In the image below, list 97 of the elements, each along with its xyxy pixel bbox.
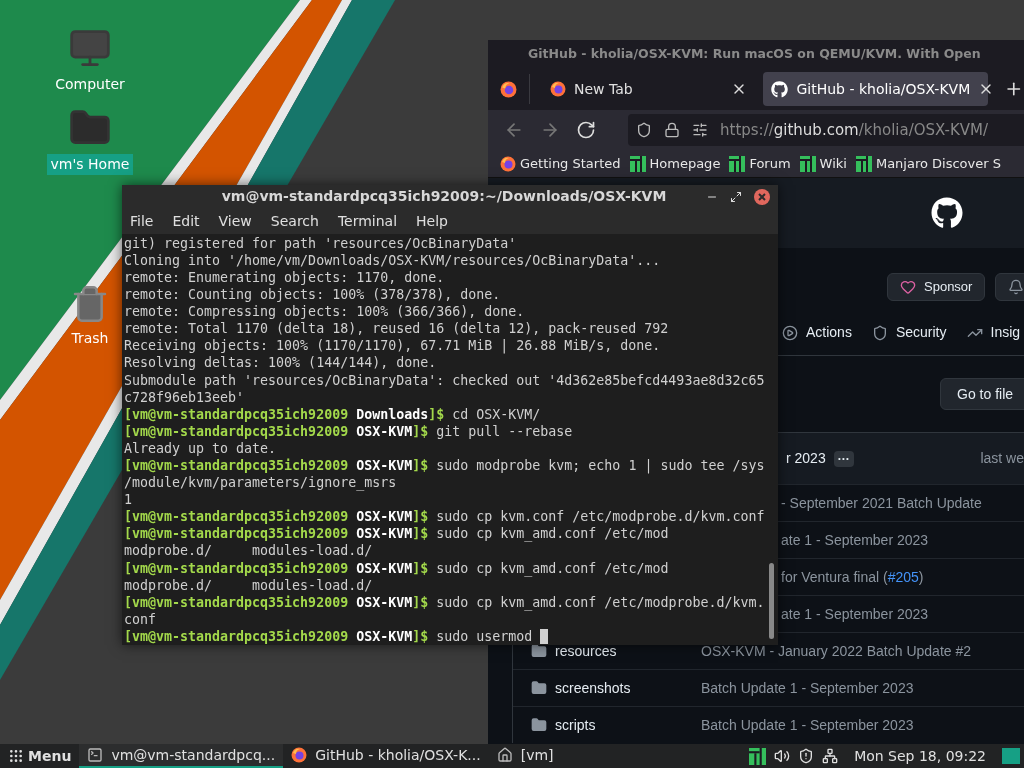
- terminal-line: 1: [124, 491, 132, 509]
- terminal-line: [vm@vm-standardpcq35ich92009 OSX-KVM]$ sudo cp kvm_amd.conf /etc/modprobe.d/kvm.: [124, 593, 765, 611]
- terminal-line: remote: Enumerating objects: 1170, done.: [124, 268, 445, 287]
- terminal-line: Already up to date.: [124, 439, 277, 457]
- terminal-line: [vm@vm-standardpcq35ich92009 OSX-KVM]$ sudo cp kvm_amd.conf /etc/mod: [124, 525, 669, 543]
- menu-item[interactable]: File: [130, 210, 154, 232]
- commit-message[interactable]: OSX-KVM - January 2022 Batch Update #2: [701, 640, 972, 662]
- menu-item[interactable]: Edit: [172, 210, 200, 232]
- desktop-icon-label[interactable]: Computer: [51, 74, 129, 95]
- bookmark[interactable]: Forum: [729, 153, 791, 174]
- folder-icon: [531, 680, 547, 696]
- commit-message[interactable]: Batch Update 1 - September 2023: [701, 714, 914, 736]
- terminal-line: Resolving deltas: 100% (144/144), done.: [124, 354, 437, 372]
- firefox-icon: [550, 81, 566, 97]
- volume-icon[interactable]: [774, 748, 791, 764]
- menu-item[interactable]: Help: [416, 210, 448, 232]
- browser-tab[interactable]: GitHub - kholia/OSX-KVM: [763, 72, 989, 106]
- lock-icon: [664, 122, 680, 138]
- file-name[interactable]: resources: [555, 640, 701, 662]
- firefox-icon: [291, 747, 308, 763]
- grid-icon: [8, 748, 24, 764]
- shield-icon: [871, 324, 888, 341]
- menu-item[interactable]: View: [218, 210, 252, 232]
- manjaro-icon: [729, 155, 746, 172]
- terminal-line: git) registered for path 'resources/OcBinaryData': [124, 234, 517, 252]
- taskbar-window-button[interactable]: vm@vm-standardpcq...: [79, 744, 284, 768]
- commit-message: r 2023: [786, 449, 826, 468]
- file-name[interactable]: scripts: [555, 714, 701, 736]
- menu-item[interactable]: Terminal: [337, 210, 398, 232]
- terminal-line: Cloning into '/home/vm/Downloads/OSX-KVM/resources/OcBinaryData'...: [124, 251, 661, 269]
- file-name[interactable]: screenshots: [555, 677, 701, 699]
- commit-message[interactable]: Batch Update 1 - September 2023: [701, 677, 914, 699]
- home-icon: [496, 747, 513, 763]
- firefox-icon: [500, 80, 517, 98]
- terminal-line: [vm@vm-standardpcq35ich92009 OSX-KVM]$ sudo cp kvm.conf /etc/modprobe.d/kvm.conf: [124, 508, 765, 526]
- permissions-icon: [692, 122, 708, 138]
- bell-icon: [1008, 279, 1024, 295]
- terminal-line: modprobe.d/ modules-load.d/: [124, 542, 373, 560]
- shield-icon: [636, 122, 652, 138]
- clock[interactable]: Mon Sep 18, 09:22: [854, 745, 986, 767]
- window-title: GitHub - kholia/OSX-KVM: Run macOS on QEMU/KVM. With Open: [528, 44, 981, 63]
- url-text: https://github.com/kholia/OSX-KVM/: [720, 119, 989, 141]
- sponsor-button[interactable]: Sponsor: [887, 273, 986, 301]
- github-logo-icon[interactable]: [931, 197, 963, 229]
- repo-nav-tab[interactable]: Insig: [966, 322, 1021, 343]
- browser-tab[interactable]: New Tab: [542, 72, 756, 106]
- repo-nav-tab[interactable]: Actions: [782, 322, 852, 343]
- github-icon: [771, 80, 789, 98]
- commit-message[interactable]: ate 1 - September 2023: [781, 529, 929, 551]
- repo-nav-tab[interactable]: Security: [871, 322, 947, 343]
- bookmark[interactable]: Homepage: [629, 153, 721, 174]
- terminal-line: [vm@vm-standardpcq35ich92009 OSX-KVM]$ sudo cp kvm_amd.conf /etc/mod: [124, 559, 669, 577]
- terminal-line: remote: Counting objects: 100% (378/378), done.: [124, 286, 501, 304]
- bookmark[interactable]: Wiki: [799, 153, 847, 174]
- terminal-line: [vm@vm-standardpcq35ich92009 OSX-KVM]$ git pull --rebase: [124, 422, 573, 440]
- manjaro-icon: [799, 155, 816, 172]
- heart-icon: [900, 279, 916, 295]
- update-icon: [749, 747, 767, 765]
- bookmark[interactable]: Getting Started: [500, 153, 621, 174]
- folder-icon: [531, 643, 547, 659]
- maximize-icon[interactable]: [730, 190, 742, 203]
- terminal-line: [vm@vm-standardpcq35ich92009 Downloads]$ cd OSX-KVM/: [124, 405, 541, 423]
- terminal-line: remote: Compressing objects: 100% (366/366), done.: [124, 303, 525, 321]
- terminal-line: /module/kvm/parameters/ignore_msrs: [124, 474, 397, 492]
- terminal-icon: [87, 747, 104, 763]
- firefox-icon: [500, 155, 516, 172]
- taskbar-window-button[interactable]: [vm]: [488, 744, 562, 768]
- commit-message[interactable]: for Ventura final (#205): [781, 566, 924, 588]
- go-to-file-button[interactable]: Go to file: [940, 378, 1024, 410]
- menu-item[interactable]: Search: [270, 210, 319, 232]
- desktop-icon-label[interactable]: Trash: [67, 328, 113, 349]
- bookmark[interactable]: Manjaro Discover S: [855, 153, 1001, 174]
- menu-button[interactable]: Menu: [0, 744, 80, 768]
- terminal-line: modprobe.d/ modules-load.d/: [124, 576, 373, 594]
- commit-time: last we: [980, 449, 1024, 468]
- terminal-line: remote: Total 1170 (delta 18), reused 16 (delta 12), pack-reused 792: [124, 320, 669, 338]
- scrollbar-thumb[interactable]: [769, 563, 774, 639]
- manjaro-icon: [629, 155, 646, 172]
- terminal-line: conf: [124, 610, 157, 628]
- window-title: vm@vm-standardpcq35ich92009:~/Downloads/OSX-KVM: [220, 187, 668, 207]
- terminal-line: c728f96eb13eeb': [124, 388, 245, 406]
- more-button[interactable]: ···: [833, 450, 854, 467]
- commit-message[interactable]: ate 1 - September 2023: [781, 603, 929, 625]
- terminal-line: Submodule path 'resources/OcBinaryData': checked out '4d362e85befcd4493ae8d32c65: [124, 371, 765, 389]
- address-bar[interactable]: https://github.com/kholia/OSX-KVM/: [628, 114, 1024, 146]
- issue-link[interactable]: #205: [887, 568, 919, 585]
- network-icon[interactable]: [822, 748, 839, 764]
- commit-message[interactable]: - September 2021 Batch Update: [781, 492, 982, 514]
- taskbar-window-button[interactable]: GitHub - kholia/OSX-K...: [283, 744, 489, 768]
- shield-icon[interactable]: [798, 748, 815, 764]
- terminal-line: Receiving objects: 100% (1170/1170), 67.71 MiB | 26.88 MiB/s, done.: [124, 337, 661, 355]
- play-icon: [782, 324, 798, 341]
- folder-icon: [531, 717, 547, 733]
- terminal-line: [vm@vm-standardpcq35ich92009 OSX-KVM]$ sudo usermod: [124, 627, 549, 645]
- reload-icon[interactable]: [576, 120, 596, 140]
- terminal-line: [vm@vm-standardpcq35ich92009 OSX-KVM]$ sudo modprobe kvm; echo 1 | sudo tee /sys: [124, 456, 765, 475]
- manjaro-icon: [855, 155, 872, 172]
